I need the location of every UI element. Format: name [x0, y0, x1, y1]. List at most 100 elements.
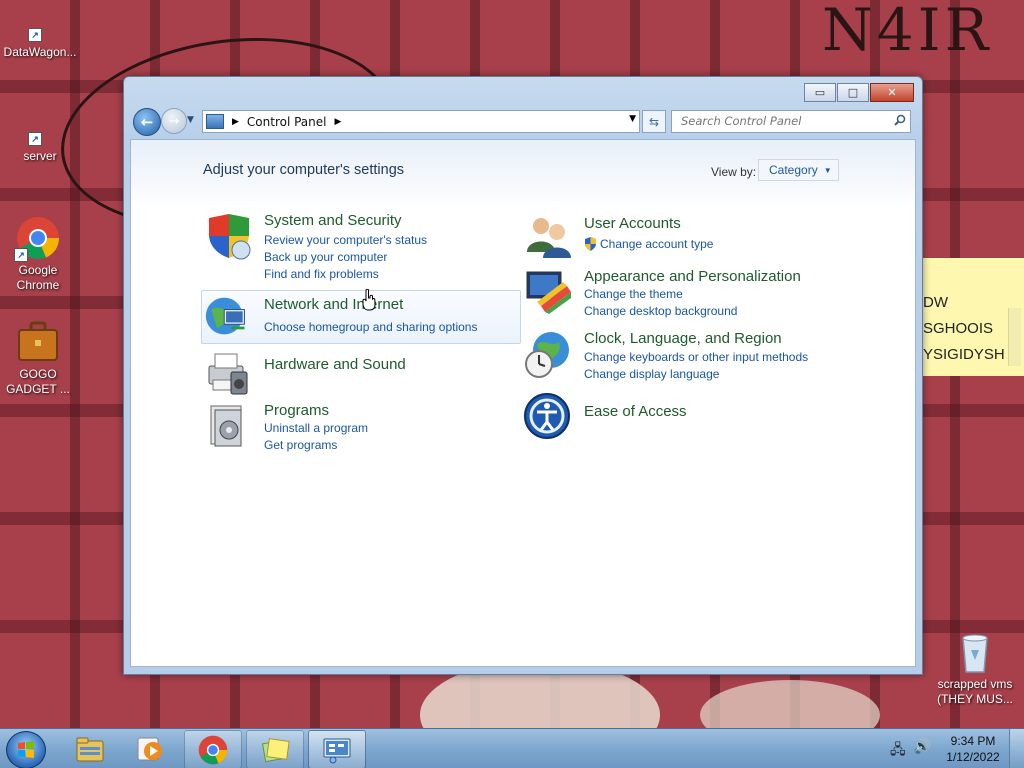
- system-tray: 🖧 🔊: [890, 739, 931, 763]
- sticky-note[interactable]: DW SGHOOIS YSIGIDYSH: [922, 258, 1024, 376]
- taskbar-chrome[interactable]: [184, 730, 242, 768]
- desktop-icon-recycle-bin[interactable]: scrapped vms (THEY MUS...: [934, 630, 1016, 707]
- category-title[interactable]: System and Security: [264, 212, 402, 229]
- explorer-icon: [76, 737, 104, 761]
- sticky-note-line: DW: [923, 294, 948, 311]
- category-title[interactable]: Clock, Language, and Region: [584, 330, 782, 347]
- view-by-value: Category: [769, 163, 818, 177]
- search-box[interactable]: [671, 110, 911, 133]
- minimize-button[interactable]: ▭: [804, 83, 836, 102]
- chevron-down-icon: ▼: [823, 165, 832, 175]
- link-change-keyboards[interactable]: Change keyboards or other input methods: [584, 350, 808, 364]
- category-programs: Programs Uninstall a program Get program…: [203, 400, 503, 456]
- link-uninstall[interactable]: Uninstall a program: [264, 421, 368, 435]
- sticky-note-scrollbar[interactable]: [1008, 308, 1021, 366]
- address-dropdown-icon[interactable]: ▼: [629, 114, 636, 124]
- link-change-theme[interactable]: Change the theme: [584, 287, 683, 301]
- link-change-background[interactable]: Change desktop background: [584, 304, 737, 318]
- arrow-left-icon: ←: [140, 113, 154, 131]
- category-network-and-internet[interactable]: Network and Internet Choose homegroup an…: [201, 290, 521, 344]
- desktop-icon-google-chrome[interactable]: ↗ Google Chrome: [0, 216, 76, 293]
- maximize-button[interactable]: □: [837, 83, 869, 102]
- category-title[interactable]: Hardware and Sound: [264, 356, 406, 373]
- breadcrumb-control-panel[interactable]: Control Panel: [247, 115, 327, 129]
- link-change-account-type[interactable]: Change account type: [600, 237, 713, 251]
- windows-logo-icon: [18, 741, 34, 758]
- address-bar[interactable]: ▶ Control Panel ▶ ▼: [202, 110, 640, 133]
- category-clock-language-region: Clock, Language, and Region Change keybo…: [523, 330, 843, 382]
- users-icon: [527, 218, 571, 258]
- desktop-icon-label: GOGO GADGET ...: [6, 367, 70, 396]
- view-by-label: View by:: [711, 165, 757, 179]
- sticky-note-line: YSIGIDYSH: [923, 346, 1005, 363]
- view-by-dropdown[interactable]: Category ▼: [758, 159, 839, 181]
- back-button[interactable]: ←: [133, 108, 161, 136]
- refresh-icon: ⇆: [648, 114, 660, 129]
- category-user-accounts: User Accounts Change account type: [523, 212, 843, 262]
- category-title[interactable]: Network and Internet: [264, 296, 403, 313]
- clock-date: 1/12/2022: [946, 750, 1000, 764]
- control-panel-icon: [323, 738, 351, 763]
- breadcrumb-chevron-icon[interactable]: ▶: [232, 117, 239, 127]
- link-get-programs[interactable]: Get programs: [264, 438, 337, 452]
- shortcut-arrow-icon: ↗: [28, 28, 42, 42]
- shortcut-arrow-icon: ↗: [28, 132, 42, 146]
- printer-icon: [208, 353, 248, 395]
- control-panel-content: Adjust your computer's settings View by:…: [130, 139, 916, 667]
- forward-button[interactable]: →: [161, 108, 187, 134]
- briefcase-icon: [16, 320, 60, 364]
- desktop-icon-datawagon[interactable]: ↗ DataWagon...: [2, 18, 78, 60]
- link-back-up[interactable]: Back up your computer: [264, 250, 387, 264]
- desktop-icon-label: scrapped vms (THEY MUS...: [937, 677, 1013, 706]
- desktop-icon-label: server: [23, 149, 57, 163]
- network-icon[interactable]: 🖧: [890, 739, 906, 763]
- taskbar-sticky-notes[interactable]: [246, 730, 304, 768]
- category-title[interactable]: Ease of Access: [584, 403, 687, 420]
- window-controls: ▭ □ ✕: [803, 83, 914, 102]
- shortcut-icon: ↗: [28, 122, 52, 146]
- category-ease-of-access: Ease of Access: [523, 392, 843, 442]
- shortcut-arrow-icon: ↗: [14, 248, 28, 262]
- category-appearance-and-personalization: Appearance and Personalization Change th…: [523, 266, 843, 318]
- taskbar-clock[interactable]: 9:34 PM 1/12/2022: [938, 733, 1008, 765]
- search-input[interactable]: [679, 113, 883, 129]
- taskbar-media-player[interactable]: [122, 730, 178, 767]
- sticky-notes-icon: [262, 737, 290, 762]
- start-button[interactable]: [6, 731, 46, 768]
- clock-time: 9:34 PM: [950, 734, 996, 748]
- wallpaper-shape: [700, 680, 880, 728]
- hand-cursor-icon: [362, 289, 376, 311]
- shield-icon: [209, 214, 251, 260]
- desktop-icon-server[interactable]: ↗ server: [2, 122, 78, 164]
- programs-icon: [210, 405, 242, 447]
- arrow-right-icon: →: [168, 113, 180, 129]
- desktop-icon-gogo-gadget[interactable]: GOGO GADGET ...: [0, 320, 76, 397]
- show-desktop-button[interactable]: [1009, 729, 1024, 768]
- desktop-icon-label: Google Chrome: [16, 263, 60, 292]
- close-button[interactable]: ✕: [870, 83, 914, 102]
- link-find-fix[interactable]: Find and fix problems: [264, 267, 379, 281]
- category-hardware-and-sound: Hardware and Sound: [203, 350, 503, 400]
- ease-of-access-icon: [524, 393, 570, 439]
- uac-shield-icon: [585, 237, 596, 251]
- recent-pages-dropdown[interactable]: ▼: [187, 115, 194, 125]
- taskbar-control-panel[interactable]: [308, 730, 366, 768]
- category-title[interactable]: User Accounts: [584, 215, 681, 232]
- link-homegroup[interactable]: Choose homegroup and sharing options: [264, 320, 477, 334]
- category-title[interactable]: Programs: [264, 402, 329, 419]
- link-review-status[interactable]: Review your computer's status: [264, 233, 427, 247]
- search-icon[interactable]: [894, 114, 906, 126]
- wallpaper-text: N4IR: [822, 0, 993, 64]
- desktop-icon-label: DataWagon...: [3, 45, 77, 59]
- network-globe-icon: [205, 297, 245, 335]
- shortcut-icon: ↗: [28, 18, 52, 42]
- sticky-note-line: SGHOOIS: [923, 320, 994, 337]
- taskbar-explorer[interactable]: [62, 730, 118, 767]
- page-title: Adjust your computer's settings: [203, 162, 405, 178]
- refresh-button[interactable]: ⇆: [642, 110, 666, 133]
- breadcrumb-chevron-icon[interactable]: ▶: [335, 117, 342, 127]
- volume-icon[interactable]: 🔊: [914, 739, 931, 763]
- category-title[interactable]: Appearance and Personalization: [584, 268, 801, 285]
- control-panel-window: ▭ □ ✕ ← → ▼ ▶ Control Panel ▶ ▼ ⇆ Adjust…: [123, 76, 923, 675]
- link-change-display-language[interactable]: Change display language: [584, 367, 719, 381]
